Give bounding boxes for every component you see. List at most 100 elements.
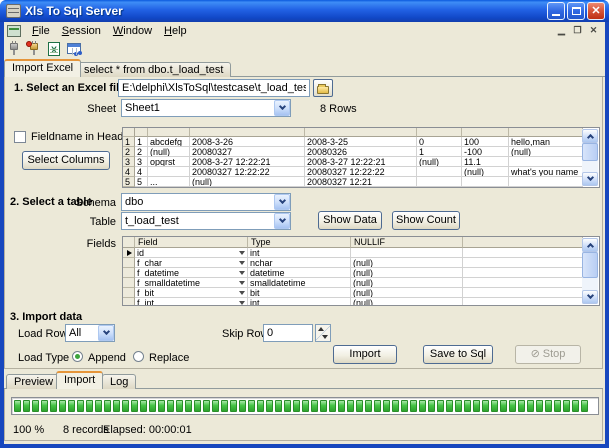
excel-grid-cell[interactable]: 2 [135, 147, 148, 157]
tab-import[interactable]: Import [56, 371, 103, 389]
load-rows-combo[interactable]: All [65, 324, 115, 342]
tab-import-excel[interactable]: Import Excel [4, 59, 81, 77]
skip-rows-spinner[interactable] [315, 324, 331, 342]
fields-grid-type-cell[interactable]: nchar [248, 258, 351, 268]
excel-grid-cell[interactable]: 20080327 12:22:22 [190, 167, 305, 177]
field-dropdown-arrow-icon[interactable] [239, 301, 245, 305]
show-data-button[interactable]: Show Data [318, 211, 382, 230]
mdi-close-button[interactable]: ✕ [586, 24, 601, 37]
schema-combo-arrow-button[interactable] [274, 194, 290, 210]
excel-grid-cell[interactable] [509, 177, 583, 187]
excel-grid-cell[interactable]: 4 [135, 167, 148, 177]
excel-grid-cell[interactable]: 2008-3-27 12:22:21 [305, 157, 417, 167]
excel-grid-cell[interactable]: 1 [417, 147, 462, 157]
excel-grid-cell[interactable]: 2008-3-26 [190, 137, 305, 147]
save-to-sql-button[interactable]: Save to Sql [423, 345, 493, 364]
excel-grid-cell[interactable]: ... [148, 177, 190, 187]
table-combo[interactable]: t_load_test [121, 212, 291, 230]
minimize-button[interactable] [547, 2, 565, 20]
disconnect-session-icon[interactable] [26, 41, 43, 57]
fields-grid-field-cell[interactable]: id [135, 248, 248, 258]
excel-file-icon[interactable] [46, 41, 63, 57]
excel-grid-cell[interactable]: 20080327 12:21 [305, 177, 417, 187]
excel-grid-cell[interactable]: (null) [509, 147, 583, 157]
query-grid-icon[interactable] [66, 41, 83, 57]
scroll-down-button[interactable] [582, 172, 598, 186]
excel-grid-cell[interactable] [148, 167, 190, 177]
field-dropdown-arrow-icon[interactable] [239, 281, 245, 285]
scroll-up-button[interactable] [582, 129, 598, 143]
excel-grid-cell[interactable]: (null) [148, 147, 190, 157]
field-dropdown-arrow-icon[interactable] [239, 271, 245, 275]
excel-grid-cell[interactable]: 3 [135, 157, 148, 167]
field-dropdown-arrow-icon[interactable] [239, 291, 245, 295]
scroll-thumb[interactable] [582, 143, 598, 161]
tab-select-query[interactable]: select * from dbo.t_load_test [76, 62, 231, 77]
fields-grid-field-cell[interactable]: f_datetime [135, 268, 248, 278]
excel-grid-cell[interactable]: 0 [417, 137, 462, 147]
excel-grid-scrollbar[interactable] [582, 129, 598, 186]
menu-file[interactable]: File [26, 23, 56, 39]
excel-grid-cell[interactable]: what's you name [509, 167, 583, 177]
maximize-button[interactable] [567, 2, 585, 20]
fields-grid-nullif-cell[interactable]: (null) [351, 298, 463, 306]
excel-grid-cell[interactable]: 20080326 [305, 147, 417, 157]
fieldname-header-checkbox[interactable] [14, 131, 26, 143]
excel-grid-cell[interactable]: 20080327 [190, 147, 305, 157]
excel-grid-cell[interactable] [417, 177, 462, 187]
scroll-down-button[interactable] [582, 290, 598, 304]
excel-grid-cell[interactable]: opqrst [148, 157, 190, 167]
excel-file-input[interactable] [118, 79, 310, 97]
mdi-restore-button[interactable]: ❐ [570, 24, 585, 37]
excel-grid-cell[interactable] [509, 157, 583, 167]
schema-combo[interactable]: dbo [121, 193, 291, 211]
select-columns-button[interactable]: Select Columns [22, 151, 110, 170]
append-radio[interactable] [72, 351, 83, 362]
fields-grid-nullif-cell[interactable]: (null) [351, 258, 463, 268]
mdi-minimize-button[interactable]: ▁ [554, 24, 569, 37]
excel-grid-cell[interactable]: 2008-3-25 [305, 137, 417, 147]
tab-preview[interactable]: Preview [6, 374, 61, 389]
replace-radio[interactable] [133, 351, 144, 362]
excel-grid-cell[interactable]: abcdefg [148, 137, 190, 147]
excel-grid-cell[interactable]: 5 [135, 177, 148, 187]
scroll-up-button[interactable] [582, 238, 598, 252]
excel-grid-cell[interactable]: (null) [417, 157, 462, 167]
fields-grid-field-cell[interactable]: f_int [135, 298, 248, 306]
fields-grid-field-cell[interactable]: f_bit [135, 288, 248, 298]
sheet-combo[interactable]: Sheet1 [121, 99, 291, 117]
menu-window[interactable]: Window [107, 23, 158, 39]
scroll-thumb[interactable] [582, 252, 598, 278]
excel-grid-cell[interactable]: hello,man [509, 137, 583, 147]
excel-grid-cell[interactable]: 1 [135, 137, 148, 147]
excel-grid-cell[interactable]: (null) [190, 177, 305, 187]
field-dropdown-arrow-icon[interactable] [239, 251, 245, 255]
excel-grid-cell[interactable]: (null) [462, 167, 509, 177]
fields-grid-field-cell[interactable]: f_char [135, 258, 248, 268]
close-button[interactable]: ✕ [587, 2, 605, 20]
fields-grid-nullif-cell[interactable]: (null) [351, 268, 463, 278]
fields-grid-field-cell[interactable]: f_smalldatetime [135, 278, 248, 288]
fields-grid-type-cell[interactable]: int [248, 298, 351, 306]
import-button[interactable]: Import [333, 345, 397, 364]
tab-log[interactable]: Log [102, 374, 136, 389]
fields-grid-nullif-cell[interactable]: (null) [351, 278, 463, 288]
fields-grid-type-cell[interactable]: int [248, 248, 351, 258]
excel-grid-cell[interactable]: -100 [462, 147, 509, 157]
fields-grid-type-cell[interactable]: smalldatetime [248, 278, 351, 288]
connect-icon[interactable] [6, 41, 23, 57]
excel-grid-cell[interactable]: 2008-3-27 12:22:21 [190, 157, 305, 167]
field-dropdown-arrow-icon[interactable] [239, 261, 245, 265]
menu-help[interactable]: Help [158, 23, 193, 39]
excel-grid-cell[interactable]: 100 [462, 137, 509, 147]
load-rows-arrow-button[interactable] [98, 325, 114, 341]
excel-grid-cell[interactable] [417, 167, 462, 177]
skip-rows-input[interactable] [263, 324, 313, 342]
excel-grid-cell[interactable] [462, 177, 509, 187]
browse-file-button[interactable] [313, 79, 333, 97]
fields-grid-nullif-cell[interactable]: (null) [351, 288, 463, 298]
fields-grid-nullif-cell[interactable] [351, 248, 463, 258]
fields-grid-scrollbar[interactable] [582, 238, 598, 304]
table-combo-arrow-button[interactable] [274, 213, 290, 229]
menu-session[interactable]: Session [56, 23, 107, 39]
